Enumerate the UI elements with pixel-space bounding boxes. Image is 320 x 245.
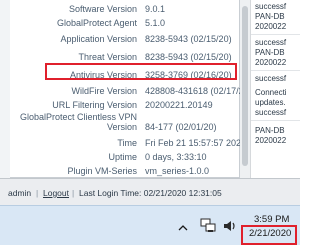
clock-time[interactable]: 3:59 PM [254,214,289,225]
log-line: successf [255,38,287,47]
chevron-up-icon[interactable] [177,223,189,233]
log-line: successf [255,108,287,117]
footer-separator: | [72,188,75,198]
info-label: Time [117,138,137,148]
log-line: 2020022 [255,58,287,67]
system-log-panel: successf PAN-DB 2020022 successf PAN-DB … [250,0,300,178]
info-label: Uptime [108,152,137,162]
info-value: Fri Feb 21 15:57:57 2020 [145,138,247,148]
firewall-web-ui: Software Version 9.0.1 GlobalProtect Age… [0,0,300,205]
info-label: WildFire Version [71,86,137,96]
url-filtering-highlight-box [45,63,237,80]
info-value: 0 days, 3:33:10 [145,152,207,162]
windows-taskbar: 3:59 PM 2/21/2020 [0,205,300,245]
app-footer: admin | Logout | Last Login Time: 02/21/… [0,178,300,205]
last-login-time: Last Login Time: 02/21/2020 12:31:05 [79,188,222,198]
info-value: vm_series-1.0.0 [145,166,210,176]
log-separator [251,120,300,121]
log-line: updates. [255,98,286,107]
general-information-panel: Software Version 9.0.1 GlobalProtect Age… [10,0,252,178]
info-label: GlobalProtect Clientless VPN Version [19,112,137,132]
footer-separator: | [36,188,39,198]
info-label: Software Version [68,4,137,14]
log-line: PAN-DB [255,48,285,57]
volume-icon[interactable] [223,219,237,233]
scrollbar-thumb[interactable] [242,6,248,166]
footer-username: admin [8,188,32,198]
log-line: PAN-DB [255,126,285,135]
info-label: GlobalProtect Agent [56,18,137,28]
logout-link[interactable]: Logout [43,188,69,198]
info-value: 5.1.0 [145,18,166,28]
info-value: 9.0.1 [145,4,166,14]
log-line: 2020022 [255,22,287,31]
log-line: successf [255,74,287,83]
log-line: successf [255,2,287,11]
info-value: 20200221.20149 [145,100,213,110]
info-label: Threat Version [78,52,137,62]
date-highlight-box [241,225,297,245]
info-value: 8238-5943 (02/15/20) [145,52,232,62]
log-separator [251,34,300,35]
log-line: PAN-DB [255,12,285,21]
info-value: 8238-5943 (02/15/20) [145,34,232,44]
log-line: Connecti [255,88,287,97]
log-separator [251,70,300,71]
info-value: 428808-431618 (02/17/20) [145,86,252,96]
info-label: Plugin VM-Series [67,166,137,176]
log-line: 2020022 [255,136,287,145]
logout-link-text[interactable]: Logout [43,188,69,198]
info-label: Application Version [60,34,137,44]
info-label: URL Filtering Version [52,100,137,110]
network-icon[interactable] [200,217,216,233]
info-value: 84-177 (02/01/20) [145,122,217,132]
